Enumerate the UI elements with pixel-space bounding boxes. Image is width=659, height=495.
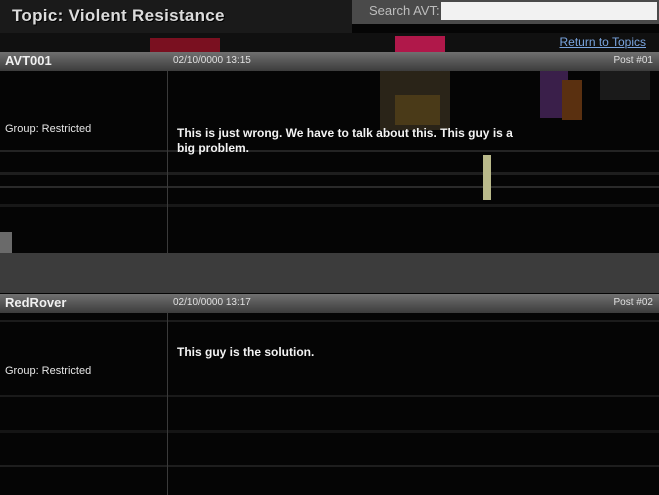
topic-header: Topic: Violent Resistance xyxy=(0,0,352,33)
post-group: Group: Restricted xyxy=(5,365,92,377)
post-body: This guy is the solution. xyxy=(177,345,315,359)
glitch-background xyxy=(0,0,659,495)
post-header: AVT001 02/10/0000 13:15 Post #01 xyxy=(0,52,659,71)
topic-title: Topic: Violent Resistance xyxy=(12,6,225,25)
post-author[interactable]: AVT001 xyxy=(5,53,52,68)
post-separator xyxy=(0,253,659,293)
post-body: This is just wrong. We have to talk abou… xyxy=(177,126,513,155)
post-author[interactable]: RedRover xyxy=(5,295,66,310)
post-date: 02/10/0000 13:17 xyxy=(173,297,251,308)
post-header: RedRover 02/10/0000 13:17 Post #02 xyxy=(0,294,659,313)
search-input[interactable] xyxy=(441,2,657,20)
post-divider xyxy=(167,313,168,495)
post-date: 02/10/0000 13:15 xyxy=(173,55,251,66)
post-divider xyxy=(167,71,168,253)
post-number: Post #01 xyxy=(613,55,653,66)
post-group: Group: Restricted xyxy=(5,123,92,135)
post-number: Post #02 xyxy=(613,297,653,308)
search-label: Search AVT: xyxy=(369,3,440,18)
return-to-topics-link[interactable]: Return to Topics xyxy=(560,35,647,49)
